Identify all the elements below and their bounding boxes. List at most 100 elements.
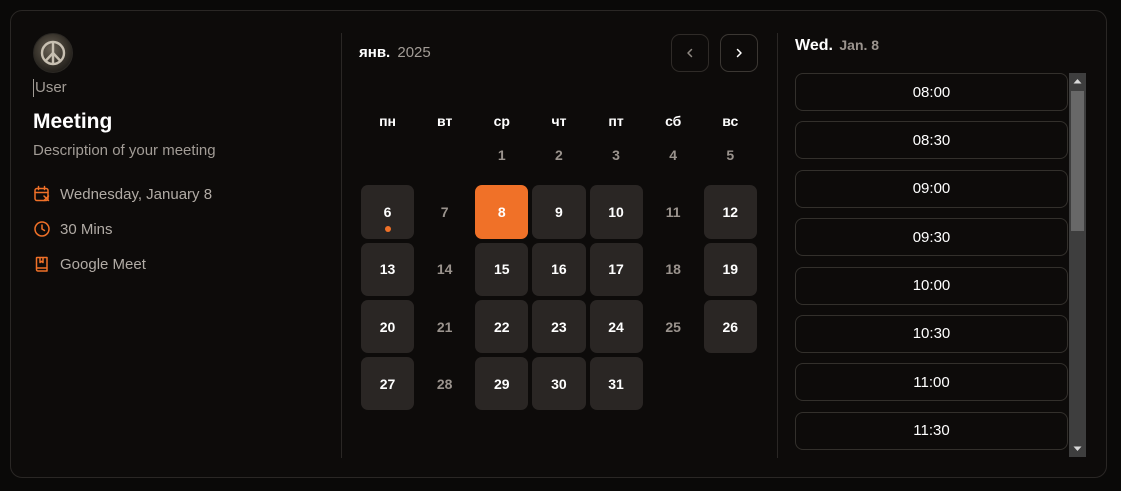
calendar-day-number: 21 (436, 318, 453, 335)
avatar (33, 33, 73, 73)
calendar-day[interactable]: 31 (589, 357, 643, 411)
calendar-day: 3 (590, 128, 643, 181)
calendar-day-number: 14 (436, 261, 453, 278)
calendar-day-number: 5 (726, 146, 735, 163)
time-slot-list: 08:00 08:30 09:00 09:30 10:00 10:30 11:00 11:30 (795, 73, 1069, 457)
day-grid: 1 2 3 4 5 6 7 8 9 10 11 12 13 14 15 16 17 18 19 20 21 22 23 24 2… (359, 126, 765, 412)
calendar-day: 7 (418, 185, 471, 238)
selected-date-heading: Wed. Jan. 8 (795, 37, 879, 55)
calendar-day[interactable]: 17 (589, 242, 643, 296)
calendar-day-number: 18 (665, 261, 681, 278)
next-month-button[interactable] (720, 34, 758, 72)
calendar-empty-cell (359, 126, 416, 183)
meeting-title: Meeting (33, 110, 113, 133)
panel-divider (777, 33, 778, 458)
calendar-day: 21 (418, 300, 471, 353)
meeting-location-label: Google Meet (60, 255, 146, 273)
calendar-day-number: 3 (612, 146, 620, 163)
calendar-day[interactable]: 29 (475, 357, 529, 411)
meeting-date-label: Wednesday, January 8 (60, 185, 213, 203)
meeting-location-detail: Google Meet (33, 254, 146, 274)
meeting-info-panel: User Meeting Description of your meeting… (11, 11, 342, 477)
prev-month-button[interactable] (671, 34, 709, 72)
calendar-empty-cell (416, 126, 473, 183)
calendar-day[interactable]: 9 (532, 185, 586, 239)
calendar-day: 5 (704, 128, 757, 181)
calendar-day-number: 24 (608, 318, 624, 335)
peace-sign-icon (40, 40, 66, 66)
calendar-month-title: янв. 2025 (359, 44, 431, 61)
scroll-down-arrow-icon[interactable] (1069, 441, 1086, 457)
calendar-day-number: 20 (379, 318, 396, 335)
calendar-day: 4 (647, 128, 700, 181)
calendar-day[interactable]: 22 (475, 299, 529, 354)
calendar-day[interactable]: 26 (703, 299, 757, 354)
meeting-date-detail: Wednesday, January 8 (33, 184, 212, 204)
time-slot-button[interactable]: 11:00 (795, 363, 1068, 402)
calendar-day[interactable]: 16 (532, 242, 586, 296)
chevron-right-icon (736, 48, 742, 58)
calendar-day[interactable]: 24 (589, 299, 643, 354)
calendar-day: 2 (532, 128, 585, 181)
calendar-day-number: 15 (494, 261, 510, 278)
calendar-day-number: 19 (722, 261, 739, 278)
time-slot-button[interactable]: 10:30 (795, 314, 1068, 353)
calendar-day-number: 2 (555, 146, 563, 163)
calendar-day: 11 (647, 185, 700, 238)
calendar-day: 14 (418, 243, 471, 296)
time-slot-button[interactable]: 09:00 (795, 169, 1068, 208)
calendar-day-number: 12 (722, 203, 739, 220)
calendar-day-number: 9 (555, 203, 563, 220)
calendar-day[interactable]: 10 (589, 185, 643, 239)
calendar-day-number: 16 (551, 261, 567, 278)
today-indicator-dot (384, 225, 391, 232)
calendar-day-number: 31 (608, 375, 624, 392)
calendar-day[interactable]: 20 (361, 299, 415, 354)
calendar-day-number: 11 (665, 203, 681, 220)
calendar-day-number: 26 (722, 318, 739, 335)
calendar-day: 25 (647, 300, 700, 353)
selected-weekday: Wed. (795, 37, 833, 54)
time-slot-button[interactable]: 08:30 (795, 121, 1068, 160)
time-slot-button[interactable]: 11:30 (795, 411, 1068, 450)
scrollbar-thumb[interactable] (1071, 91, 1084, 231)
calendar-day-number: 4 (669, 146, 678, 163)
calendar-day-number: 13 (379, 261, 396, 278)
calendar-day[interactable]: 13 (361, 242, 415, 296)
book-icon (33, 255, 51, 273)
user-name: User (33, 79, 67, 97)
time-slot-button[interactable]: 10:00 (795, 266, 1068, 305)
selected-date: Jan. 8 (839, 37, 880, 53)
calendar-day-number: 10 (608, 203, 624, 220)
calendar-day[interactable]: 19 (703, 242, 757, 296)
time-slot-scrollbar[interactable] (1069, 73, 1086, 457)
calendar-day-number: 6 (383, 203, 392, 220)
clock-icon (33, 220, 51, 238)
calendar-day-number: 30 (551, 375, 567, 392)
calendar-day-number: 1 (497, 146, 506, 163)
calendar-day-number: 22 (494, 318, 510, 335)
calendar-day-number: 8 (497, 203, 506, 220)
calendar-month: янв. (359, 44, 391, 61)
calendar-day[interactable]: 27 (361, 357, 415, 411)
meeting-description: Description of your meeting (33, 142, 216, 159)
calendar-year: 2025 (397, 44, 431, 61)
calendar-day[interactable]: 12 (703, 185, 757, 239)
meeting-duration-detail: 30 Mins (33, 219, 113, 239)
calendar-day[interactable]: 6 (361, 185, 415, 239)
booking-card: User Meeting Description of your meeting… (10, 10, 1107, 478)
calendar-day-number: 29 (494, 375, 510, 392)
calendar-day: 18 (647, 243, 700, 296)
time-slot-button[interactable]: 08:00 (795, 73, 1068, 111)
calendar-x-icon (33, 185, 51, 203)
calendar-day[interactable]: 15 (475, 242, 529, 296)
calendar-day[interactable]: 30 (532, 357, 586, 411)
panel-divider (341, 33, 342, 458)
time-slot-button[interactable]: 09:30 (795, 218, 1068, 257)
calendar-day-selected[interactable]: 8 (475, 185, 529, 239)
chevron-left-icon (687, 48, 693, 58)
calendar-day[interactable]: 23 (532, 299, 586, 354)
calendar-day-number: 25 (665, 318, 681, 335)
calendar-day-number: 23 (551, 318, 567, 335)
scroll-up-arrow-icon[interactable] (1069, 73, 1086, 89)
